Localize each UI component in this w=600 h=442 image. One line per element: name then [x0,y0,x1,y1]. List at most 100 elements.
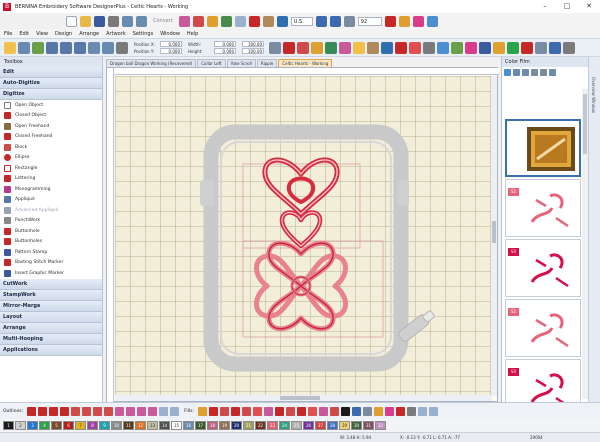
tool-punchwork[interactable]: PunchWork [0,216,102,227]
tool-open-object[interactable]: Open Object [0,100,102,111]
effects-icon[interactable] [325,41,337,54]
print-icon[interactable] [108,15,119,27]
align-icon[interactable] [88,41,100,54]
zoom-out-icon[interactable] [329,15,341,27]
menu-view[interactable]: View [36,31,48,37]
color-wheel-icon[interactable] [413,15,425,27]
fill-cutwork-icon[interactable] [407,406,417,416]
fill-contour-icon[interactable] [308,406,318,416]
menu-settings[interactable]: Settings [133,31,154,37]
thread-icon[interactable] [248,15,260,27]
position-y-input[interactable]: 0.000 [160,48,182,54]
fill-pattern-icon[interactable] [220,406,230,416]
color-blend-icon[interactable] [353,41,365,54]
menu-window[interactable]: Window [160,31,180,37]
cf-merge-icon[interactable] [549,69,556,76]
mirror-icon[interactable] [46,41,58,54]
fill-star-icon[interactable] [286,406,296,416]
tool-ellipse[interactable]: Ellipse [0,153,102,164]
category-arrange[interactable]: Arrange [0,322,102,334]
magnifier-icon[interactable] [343,15,355,27]
cut-icon[interactable] [423,41,435,54]
fabric-icon[interactable] [262,15,274,27]
palette-swatch[interactable]: 12 [135,421,146,430]
horizontal-scroll-thumb[interactable] [280,396,320,400]
realistic-icon[interactable] [220,15,232,27]
outline-stemstitch-icon[interactable] [93,406,103,416]
palette-swatch[interactable]: 23 [267,421,278,430]
palette-swatch[interactable]: 20 [231,421,242,430]
fill-photo-icon[interactable] [352,406,362,416]
palette-swatch[interactable]: 3 [27,421,38,430]
menu-help[interactable]: Help [187,31,198,37]
palette-swatch[interactable]: 26 [303,421,314,430]
tool-pattern-stamp[interactable]: Pattern Stamp [0,247,102,258]
stitch-type-satin-icon[interactable] [283,41,295,54]
tab-celtic-hearts[interactable]: Celtic Hearts - Working [278,59,333,67]
sequence-icon[interactable] [451,41,463,54]
zoom-select[interactable]: 92 [357,16,383,26]
palette-swatch[interactable]: 25 [291,421,302,430]
tool-monogramming[interactable]: Monogramming [0,184,102,195]
zoom-in-icon[interactable] [315,15,327,27]
palette-swatch[interactable]: 17 [195,421,206,430]
outline-satin-icon[interactable] [60,406,70,416]
pattern-icon[interactable] [311,41,323,54]
color-film-item[interactable] [505,119,581,177]
new-icon[interactable] [66,15,77,27]
category-digitize[interactable]: Digitize [0,89,102,100]
width-percent-input[interactable]: 100.00 [242,41,264,47]
select-arrow-icon[interactable] [4,41,16,54]
lock-icon[interactable] [116,41,128,54]
category-cutwork[interactable]: CutWork [0,278,102,290]
cf-move-down-icon[interactable] [522,69,529,76]
trim-icon[interactable] [479,41,491,54]
menu-file[interactable]: File [4,31,12,37]
outline-candlewick-icon[interactable] [137,406,147,416]
palette-swatch[interactable]: 24 [279,421,290,430]
width-input[interactable]: 0.000 [214,41,236,47]
show-hoop-icon[interactable] [385,15,397,27]
color-chip[interactable]: S5 [508,188,519,196]
fill-motif-icon[interactable] [231,406,241,416]
stitch-type-fill-icon[interactable] [297,41,309,54]
outline-bean-icon[interactable] [115,406,125,416]
category-edit[interactable]: Edit [0,67,102,78]
save-icon[interactable] [94,15,105,27]
view-design-icon[interactable] [549,41,561,54]
color-film-scroll-thumb[interactable] [583,94,587,154]
fill-cross-icon[interactable] [275,406,285,416]
menu-arrange[interactable]: Arrange [79,31,99,37]
artwork-icon[interactable] [206,15,218,27]
show-objects-icon[interactable] [535,41,547,54]
palette-swatch[interactable]: 5 [51,421,62,430]
palette-swatch[interactable]: 16 [183,421,194,430]
fill-gradient-icon[interactable] [374,406,384,416]
fill-sparkle-icon[interactable] [385,406,395,416]
palette-swatch[interactable]: 7 [75,421,86,430]
tool-closed-freehand[interactable]: Closed Freehand [0,132,102,143]
fill-color-blend-icon[interactable] [396,406,406,416]
category-auto-digitize[interactable]: Auto-Digitize [0,78,102,89]
category-applications[interactable]: Applications [0,344,102,356]
tool-rectangle[interactable]: Rectangle [0,163,102,174]
tool-applique[interactable]: Appliqué [0,195,102,206]
grid-icon[interactable] [234,15,246,27]
skew-icon[interactable] [74,41,86,54]
underlay-icon[interactable] [381,41,393,54]
tool-block[interactable]: Block [0,142,102,153]
color-chip[interactable]: S5 [508,308,519,316]
cf-move-up-icon[interactable] [513,69,520,76]
reshape-icon[interactable] [32,41,44,54]
rotate-icon[interactable] [60,41,72,54]
tool-open-freehand[interactable]: Open Freehand [0,121,102,132]
tool-closed-object[interactable]: Closed Object [0,111,102,122]
category-multi-hooping[interactable]: Multi-Hooping [0,333,102,345]
outline-chain-icon[interactable] [148,406,158,416]
menu-artwork[interactable]: Artwork [106,31,126,37]
shaping-icon[interactable] [339,41,351,54]
outline-more-icon[interactable] [170,406,180,416]
options-icon[interactable] [427,15,439,27]
stitch-player-icon[interactable] [507,41,519,54]
palette-swatch[interactable]: 9 [99,421,110,430]
